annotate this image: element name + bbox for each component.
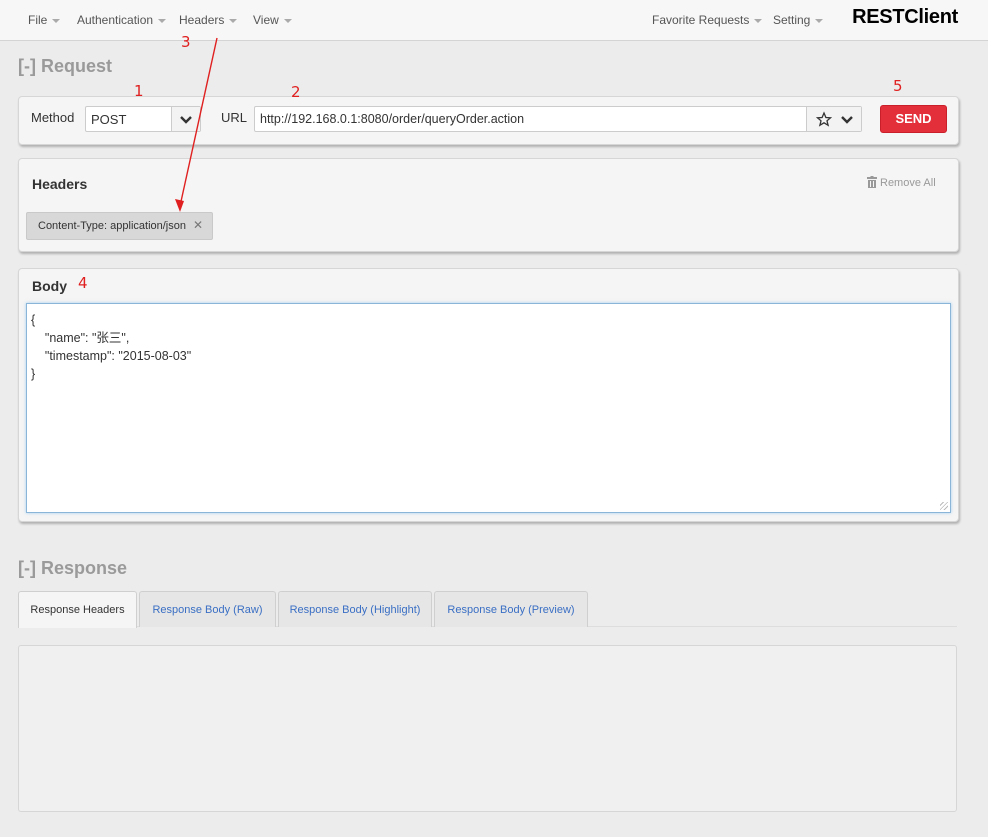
menu-authentication-label: Authentication — [77, 13, 154, 27]
url-label: URL — [221, 110, 248, 125]
chevron-down-icon — [52, 18, 61, 23]
response-section-title[interactable]: [-] Response — [18, 558, 127, 579]
menu-headers-label: Headers — [179, 13, 225, 27]
chevron-down-icon — [754, 18, 763, 23]
chevron-down-icon — [180, 116, 192, 124]
annotation-4: 4 — [78, 274, 88, 292]
menu-setting-label: Setting — [773, 13, 811, 27]
menu-favorite-requests-label: Favorite Requests — [652, 13, 750, 27]
annotation-2: 2 — [291, 83, 301, 101]
star-icon[interactable] — [815, 111, 833, 127]
menu-file-label: File — [28, 13, 48, 27]
url-addon-icons — [815, 111, 853, 127]
menu-setting[interactable]: Setting — [773, 13, 824, 27]
chevron-down-icon — [283, 18, 292, 23]
tab-response-body-preview[interactable]: Response Body (Preview) — [434, 591, 588, 627]
method-value: POST — [91, 112, 127, 127]
tab-response-body-highlight[interactable]: Response Body (Highlight) — [278, 591, 432, 627]
top-navbar: File Authentication Headers View Favorit… — [0, 0, 988, 41]
body-textarea[interactable]: { "name": "张三", "timestamp": "2015-08-03… — [26, 303, 951, 513]
chevron-down-icon[interactable] — [841, 116, 853, 124]
tab-response-headers[interactable]: Response Headers — [18, 591, 137, 628]
menu-file[interactable]: File — [28, 13, 61, 27]
method-label: Method — [31, 110, 75, 125]
menu-view-label: View — [253, 13, 279, 27]
url-favorites-addon — [806, 107, 861, 131]
method-dropdown-toggle[interactable] — [171, 107, 200, 131]
app-brand: RESTClient — [852, 6, 958, 28]
send-button[interactable]: SEND — [880, 105, 947, 133]
menu-authentication[interactable]: Authentication — [77, 13, 167, 27]
remove-all-button[interactable]: Remove All — [867, 176, 936, 189]
header-tag: Content-Type: application/json ✕ — [26, 212, 213, 240]
body-title: Body — [32, 278, 67, 294]
annotation-3: 3 — [181, 33, 191, 51]
request-section-title[interactable]: [-] Request — [18, 56, 112, 77]
url-value: http://192.168.0.1:8080/order/queryOrder… — [260, 112, 525, 126]
body-line: } — [31, 367, 36, 381]
trash-icon — [867, 176, 877, 188]
body-line: "name": "张三", — [31, 331, 130, 345]
remove-all-label: Remove All — [880, 177, 936, 189]
annotation-1: 1 — [134, 82, 144, 100]
chevron-down-icon — [229, 18, 238, 23]
body-line: "timestamp": "2015-08-03" — [31, 349, 192, 363]
headers-title: Headers — [32, 176, 88, 192]
annotation-5: 5 — [893, 77, 903, 95]
resize-grip-icon[interactable] — [940, 502, 948, 510]
chevron-down-icon — [815, 18, 824, 23]
close-icon[interactable]: ✕ — [193, 218, 203, 232]
menu-favorite-requests[interactable]: Favorite Requests — [652, 13, 763, 27]
menu-headers[interactable]: Headers — [179, 13, 238, 27]
url-input[interactable]: http://192.168.0.1:8080/order/queryOrder… — [254, 106, 862, 132]
method-select[interactable]: POST — [85, 106, 201, 132]
body-line: { — [31, 313, 36, 327]
menu-view[interactable]: View — [253, 13, 292, 27]
tab-response-body-raw[interactable]: Response Body (Raw) — [139, 591, 276, 627]
header-tag-text: Content-Type: application/json — [38, 220, 186, 232]
chevron-down-icon — [158, 18, 167, 23]
response-content-panel — [18, 645, 957, 812]
